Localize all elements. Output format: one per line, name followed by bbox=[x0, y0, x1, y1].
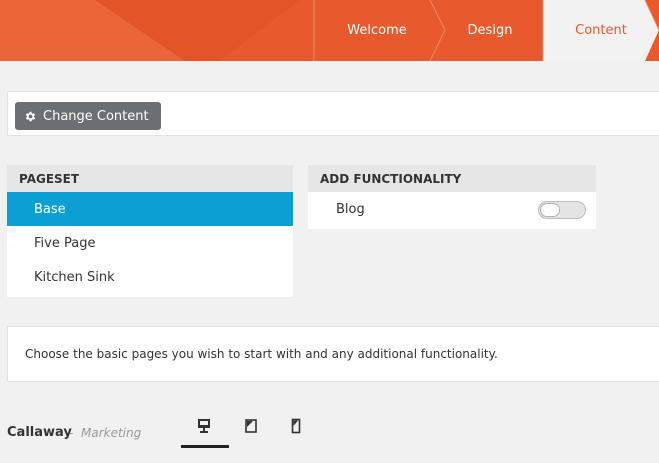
pageset-item-label: Kitchen Sink bbox=[34, 269, 115, 285]
wizard-step-label: Welcome bbox=[347, 23, 407, 38]
toggle-knob bbox=[540, 203, 560, 217]
pageset-item-kitchen-sink[interactable]: Kitchen Sink bbox=[7, 260, 293, 294]
theme-category: Marketing bbox=[81, 426, 142, 440]
active-device-indicator bbox=[181, 445, 229, 448]
add-functionality-heading: ADD FUNCTIONALITY bbox=[308, 165, 596, 192]
pageset-panel: PAGESET Base Five Page Kitchen Sink bbox=[7, 165, 293, 297]
change-content-label: Change Content bbox=[43, 108, 149, 124]
blog-toggle[interactable] bbox=[538, 201, 586, 219]
functionality-row-blog: Blog bbox=[308, 192, 596, 227]
instructions-text: Choose the basic pages you wish to start… bbox=[25, 347, 498, 361]
content-toolbar: Change Content bbox=[7, 91, 659, 136]
preview-footer: Callaway - Marketing bbox=[7, 418, 659, 448]
wizard-step-design[interactable]: Design bbox=[435, 0, 545, 61]
pageset-item-label: Base bbox=[34, 201, 66, 217]
tablet-icon[interactable] bbox=[244, 418, 258, 434]
wizard-step-welcome[interactable]: Welcome bbox=[314, 0, 440, 61]
pageset-item-label: Five Page bbox=[34, 235, 96, 251]
theme-separator: - bbox=[69, 426, 74, 440]
gear-icon bbox=[24, 110, 37, 123]
phone-icon[interactable] bbox=[289, 418, 303, 434]
app-header: Welcome Design Content bbox=[0, 0, 659, 61]
functionality-label: Blog bbox=[336, 202, 365, 217]
wizard-step-label: Content bbox=[575, 23, 627, 38]
pageset-heading: PAGESET bbox=[7, 165, 293, 192]
change-content-button[interactable]: Change Content bbox=[15, 102, 161, 130]
wizard-step-label: Design bbox=[467, 23, 513, 38]
add-functionality-panel: ADD FUNCTIONALITY Blog bbox=[308, 165, 596, 229]
theme-name: Callaway bbox=[7, 425, 72, 440]
pageset-item-five-page[interactable]: Five Page bbox=[7, 226, 293, 260]
desktop-icon[interactable] bbox=[197, 418, 211, 434]
wizard-step-content[interactable]: Content bbox=[543, 0, 659, 61]
instructions-box: Choose the basic pages you wish to start… bbox=[7, 326, 659, 382]
pageset-item-base[interactable]: Base bbox=[7, 192, 293, 226]
